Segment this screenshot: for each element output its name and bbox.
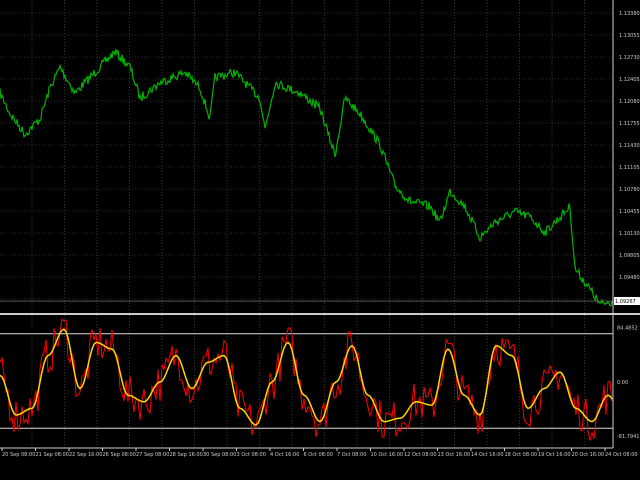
price-tick-label: 1.10780 xyxy=(619,187,640,193)
oscillator-pane[interactable] xyxy=(0,318,613,441)
time-tick-label: 19 Oct 16:00 xyxy=(538,452,571,458)
price-tick-label: 1.11755 xyxy=(619,121,640,127)
trading-chart-window: 1.13380 1.13055 1.12730 1.12405 1.12080 1.117… xyxy=(0,0,640,480)
price-tick-label: 1.10130 xyxy=(619,231,640,237)
time-tick-label: 10 Oct 16:00 xyxy=(371,452,404,458)
time-tick-label: 12 Oct 08:00 xyxy=(404,452,437,458)
price-tick-label: 1.12405 xyxy=(619,77,640,83)
time-tick-label: 24 Oct 08:00 xyxy=(605,452,638,458)
price-tick-label: 1.13055 xyxy=(619,33,640,39)
price-tick-label: 1.09805 xyxy=(619,253,640,259)
price-series-line xyxy=(0,49,613,307)
chart-canvas[interactable]: 1.13380 1.13055 1.12730 1.12405 1.12080 1.117… xyxy=(0,0,640,480)
price-pane[interactable] xyxy=(0,49,613,307)
time-tick-label: 7 Oct 08:00 xyxy=(337,452,366,458)
current-price-label: 1.09267 xyxy=(615,299,636,305)
price-tick-label: 1.12730 xyxy=(619,55,640,61)
time-tick-label: 21 Sep 08:00 xyxy=(36,452,69,458)
time-tick-label: 28 Sep 16:00 xyxy=(170,452,203,458)
oscillator-tick-label: 0.00 xyxy=(617,380,628,386)
time-tick-label: 22 Sep 16:00 xyxy=(69,452,102,458)
time-tick-label: 30 Sep 08:00 xyxy=(203,452,236,458)
time-tick-label: 18 Oct 08:00 xyxy=(505,452,538,458)
time-tick-label: 14 Oct 16:00 xyxy=(471,452,504,458)
price-tick-label: 1.11105 xyxy=(619,165,640,171)
price-tick-label: 1.09480 xyxy=(619,275,640,281)
price-tick-label: 1.11430 xyxy=(619,143,640,149)
time-tick-label: 13 Oct 16:00 xyxy=(438,452,471,458)
price-tick-label: 1.13380 xyxy=(619,11,640,17)
time-tick-label: 26 Sep 08:00 xyxy=(103,452,136,458)
time-tick-label: 3 Oct 08:00 xyxy=(237,452,266,458)
time-tick-label: 4 Oct 16:00 xyxy=(270,452,299,458)
oscillator-tick-label: -81.7941 xyxy=(617,434,639,440)
oscillator-tick-label: 84.4852 xyxy=(617,326,638,332)
grid xyxy=(0,0,613,448)
time-tick-label: 20 Oct 16:00 xyxy=(572,452,605,458)
time-tick-label: 27 Sep 08:00 xyxy=(136,452,169,458)
price-tick-label: 1.10455 xyxy=(619,209,640,215)
time-tick-label: 6 Oct 08:00 xyxy=(304,452,333,458)
price-tick-label: 1.12080 xyxy=(619,99,640,105)
time-tick-label: 20 Sep 08:00 xyxy=(2,452,35,458)
